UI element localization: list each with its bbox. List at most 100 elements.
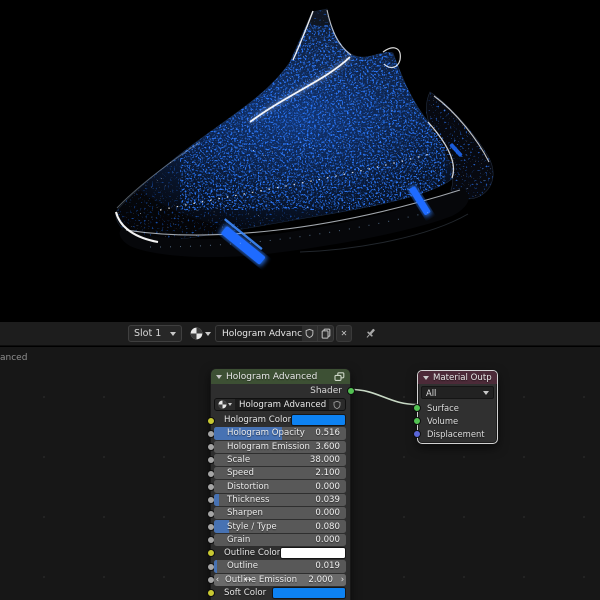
material-sphere-icon bbox=[190, 327, 203, 340]
sharpen-slider[interactable]: Sharpen0.000 bbox=[214, 507, 346, 519]
param-row-grain: Grain0.000 bbox=[214, 534, 346, 546]
slot-selector-label: Slot 1 bbox=[134, 328, 161, 339]
shader-output-socket[interactable] bbox=[347, 387, 355, 395]
param-label: Sharpen bbox=[214, 508, 315, 518]
param-row-sharpen: Sharpen0.000 bbox=[214, 507, 346, 519]
node-datablock-row: Hologram Advanced bbox=[211, 398, 350, 413]
copy-icon bbox=[321, 328, 331, 339]
param-row-outline-color: Outline Color bbox=[214, 547, 346, 559]
hologram-emission-slider[interactable]: Hologram Emission3.600 bbox=[214, 441, 346, 453]
param-label: Distortion bbox=[214, 482, 315, 492]
new-material-button[interactable] bbox=[318, 325, 334, 342]
param-label: Style / Type bbox=[214, 522, 315, 532]
outline-emission-slider[interactable]: ‹ ↔Outline Emission2.000› bbox=[214, 574, 346, 586]
displacement-input-socket[interactable] bbox=[413, 430, 421, 438]
soft-color-swatch[interactable] bbox=[272, 587, 346, 599]
chevron-down-icon bbox=[228, 403, 232, 406]
input-label: Volume bbox=[427, 416, 458, 426]
unlink-button[interactable]: ✕ bbox=[336, 325, 352, 342]
outline-slider[interactable]: Outline0.019 bbox=[214, 560, 346, 572]
input-row-surface: Surface bbox=[418, 401, 497, 414]
param-label: Outline Emission bbox=[221, 575, 308, 585]
distortion-slider[interactable]: Distortion0.000 bbox=[214, 480, 346, 492]
param-row-outline: Outline0.019 bbox=[214, 560, 346, 572]
param-label: Hologram Opacity bbox=[214, 428, 315, 438]
scale-slider[interactable]: Scale38.000 bbox=[214, 454, 346, 466]
volume-input-socket[interactable] bbox=[413, 417, 421, 425]
param-row-distortion: Distortion0.000 bbox=[214, 480, 346, 492]
node-hologram-advanced[interactable]: Hologram Advanced Shader Holog bbox=[210, 368, 351, 600]
param-label: Outline bbox=[214, 561, 315, 571]
thickness-slider[interactable]: Thickness0.039 bbox=[214, 494, 346, 506]
pin-icon bbox=[364, 327, 377, 340]
drag-cursor-icon: ↔ bbox=[244, 575, 252, 585]
outline-color-swatch[interactable] bbox=[280, 547, 346, 559]
fake-user-button[interactable] bbox=[329, 399, 345, 410]
input-row-displacement: Displacement bbox=[418, 427, 497, 440]
pin-button[interactable] bbox=[364, 327, 377, 340]
collapse-chevron-icon[interactable] bbox=[423, 376, 429, 380]
shader-editor-canvas[interactable]: anced Hologram Advanced Shader bbox=[0, 347, 600, 600]
param-row-speed: Speed2.100 bbox=[214, 467, 346, 479]
collapse-chevron-icon[interactable] bbox=[216, 375, 222, 379]
nodetree-name-text: Hologram Advanced bbox=[235, 400, 329, 410]
param-value: 0.080 bbox=[315, 522, 346, 532]
shield-icon bbox=[305, 328, 314, 339]
hologram-shoe-render bbox=[0, 0, 600, 322]
shader-output-label: Shader bbox=[310, 386, 342, 396]
param-row-style-type: Style / Type0.080 bbox=[214, 520, 346, 532]
param-value: 3.600 bbox=[315, 442, 346, 452]
clipped-material-label: anced bbox=[0, 353, 27, 363]
material-name-group: Hologram Advanced ✕ bbox=[215, 325, 352, 342]
param-row-outline-emission: ‹ ↔Outline Emission2.000› bbox=[214, 574, 346, 586]
param-value: 2.000 bbox=[308, 575, 339, 585]
node-header[interactable]: Hologram Advanced bbox=[211, 369, 350, 384]
param-row-thickness: Thickness0.039 bbox=[214, 494, 346, 506]
fake-user-button[interactable] bbox=[302, 325, 318, 342]
input-label: Surface bbox=[427, 403, 459, 413]
slot-selector[interactable]: Slot 1 bbox=[128, 325, 182, 342]
speed-slider[interactable]: Speed2.100 bbox=[214, 467, 346, 479]
hologram-color-input-socket[interactable] bbox=[207, 417, 215, 425]
param-label: Soft Color bbox=[214, 588, 272, 598]
x-icon: ✕ bbox=[341, 329, 348, 338]
param-label: Speed bbox=[214, 468, 315, 478]
surface-input-socket[interactable] bbox=[413, 404, 421, 412]
material-sphere-icon bbox=[218, 400, 227, 409]
node-material-output[interactable]: Material Output All Surface VolumeDisplac… bbox=[417, 370, 498, 444]
param-label: Scale bbox=[214, 455, 310, 465]
viewport-3d[interactable] bbox=[0, 0, 600, 322]
output-target-dropdown[interactable]: All bbox=[421, 386, 494, 399]
hologram-color-swatch[interactable] bbox=[291, 414, 346, 426]
node-title: Material Output bbox=[433, 373, 492, 383]
hologram-opacity-slider[interactable]: Hologram Opacity0.516 bbox=[214, 427, 346, 439]
param-label: Hologram Emission bbox=[214, 442, 315, 452]
node-header[interactable]: Material Output bbox=[418, 371, 497, 384]
param-row-hologram-emission: Hologram Emission3.600 bbox=[214, 441, 346, 453]
node-parameter-rows: Hologram ColorHologram Opacity0.516Holog… bbox=[211, 413, 350, 600]
chevron-down-icon bbox=[170, 332, 176, 336]
grain-slider[interactable]: Grain0.000 bbox=[214, 534, 346, 546]
output-target-value: All bbox=[426, 388, 436, 398]
nodegroup-datablock-field[interactable]: Hologram Advanced bbox=[214, 398, 346, 411]
material-browse-button[interactable] bbox=[190, 327, 211, 340]
nodetree-browse-button[interactable] bbox=[215, 399, 235, 410]
param-value: 0.039 bbox=[315, 495, 346, 505]
param-value: 38.000 bbox=[310, 455, 346, 465]
shader-editor-header: Slot 1 Hologram Advanced ✕ bbox=[0, 322, 600, 346]
material-name-field[interactable]: Hologram Advanced bbox=[215, 325, 302, 342]
chevron-down-icon bbox=[483, 391, 489, 395]
style-type-slider[interactable]: Style / Type0.080 bbox=[214, 520, 346, 532]
param-value: 2.100 bbox=[315, 468, 346, 478]
node-title: Hologram Advanced bbox=[226, 372, 330, 382]
param-row-soft-color: Soft Color bbox=[214, 587, 346, 599]
param-value: 0.000 bbox=[315, 508, 346, 518]
param-label: Grain bbox=[214, 535, 315, 545]
param-label: Outline Color bbox=[214, 548, 280, 558]
param-value: 0.000 bbox=[315, 535, 346, 545]
slider-increment-arrow[interactable]: › bbox=[339, 574, 346, 586]
slider-decrement-arrow[interactable]: ‹ bbox=[214, 574, 221, 586]
param-label: Hologram Color bbox=[214, 415, 291, 425]
param-row-hologram-color: Hologram Color bbox=[214, 414, 346, 426]
param-value: 0.000 bbox=[315, 482, 346, 492]
